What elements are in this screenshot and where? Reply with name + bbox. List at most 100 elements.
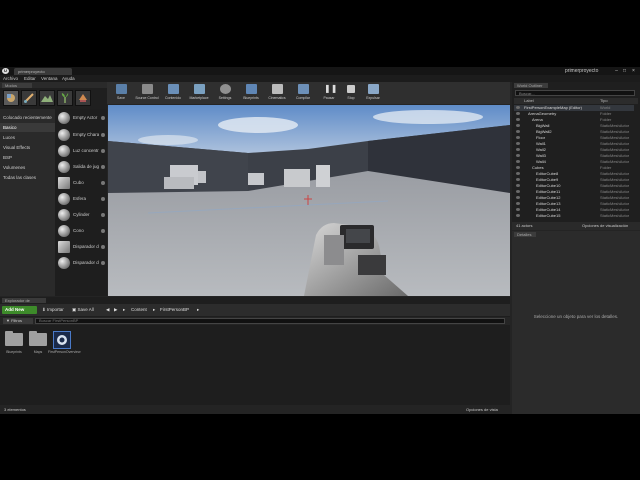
info-icon[interactable] xyxy=(101,261,105,265)
asset-folder-maps[interactable]: Maps xyxy=(27,331,49,361)
filters-button[interactable]: ▼ Filtros xyxy=(3,318,33,324)
menu-archivo[interactable]: Archivo xyxy=(3,76,18,81)
eye-icon[interactable] xyxy=(516,184,520,187)
geometry-mode-icon[interactable] xyxy=(75,90,91,106)
outliner-row[interactable]: EditorCube8 StaticMeshActor xyxy=(514,171,634,177)
viewport-scene[interactable] xyxy=(108,105,510,296)
place-mode-icon[interactable] xyxy=(3,90,19,106)
back-icon[interactable]: ◀ xyxy=(106,306,109,314)
actor-item[interactable]: Cono xyxy=(55,223,107,239)
actor-item[interactable]: Esfera xyxy=(55,191,107,207)
document-tab[interactable]: primerproyecto xyxy=(14,68,72,75)
actor-item[interactable]: Cubo xyxy=(55,175,107,191)
cinematics-button[interactable]: Cinematics xyxy=(265,83,289,103)
eye-icon[interactable] xyxy=(516,178,520,181)
outliner-view-options[interactable]: Opciones de visualización xyxy=(582,222,628,230)
outliner-row[interactable]: BigWall StaticMeshActor xyxy=(514,123,634,129)
actor-item[interactable]: Empty Character xyxy=(55,127,107,143)
pause-button[interactable]: ❚❚ Pausar xyxy=(317,83,341,103)
minimize-icon[interactable]: – xyxy=(613,68,620,74)
eye-icon[interactable] xyxy=(516,160,520,163)
info-icon[interactable] xyxy=(101,213,105,217)
info-icon[interactable] xyxy=(101,165,105,169)
details-tab[interactable]: Detalles xyxy=(514,232,536,237)
path-content[interactable]: Content xyxy=(131,306,147,314)
actor-item[interactable]: Luz concentrada xyxy=(55,143,107,159)
content-search-input[interactable]: Buscar FirstPersonBP xyxy=(35,318,505,324)
outliner-row[interactable]: EditorCube12 StaticMeshActor xyxy=(514,195,634,201)
outliner-row[interactable]: Floor StaticMeshActor xyxy=(514,135,634,141)
info-icon[interactable] xyxy=(101,149,105,153)
settings-button[interactable]: Settings xyxy=(213,83,237,103)
outliner-row[interactable]: EditorCube9 StaticMeshActor xyxy=(514,177,634,183)
outliner-row[interactable]: Arena Folder xyxy=(514,117,634,123)
category-volumes[interactable]: Volumenes xyxy=(0,163,55,172)
category-lights[interactable]: Luces xyxy=(0,133,55,142)
outliner-row[interactable]: EditorCube15 StaticMeshActor xyxy=(514,213,634,219)
outliner-row[interactable]: EditorCube13 StaticMeshActor xyxy=(514,201,634,207)
menu-editar[interactable]: Editar xyxy=(24,76,36,81)
view-options-button[interactable]: Opciones de vista xyxy=(466,405,498,414)
outliner-row[interactable]: Wall1 StaticMeshActor xyxy=(514,141,634,147)
info-icon[interactable] xyxy=(101,229,105,233)
outliner-row[interactable]: Wall3 StaticMeshActor xyxy=(514,153,634,159)
outliner-tab[interactable]: World Outliner xyxy=(514,83,548,88)
outliner-row[interactable]: EditorCube10 StaticMeshActor xyxy=(514,183,634,189)
stop-button[interactable]: Stop xyxy=(339,83,363,103)
outliner-row[interactable]: ArenaGeometry Folder xyxy=(514,111,634,117)
eye-icon[interactable] xyxy=(516,214,520,217)
content-button[interactable]: Contenido xyxy=(161,83,185,103)
eye-icon[interactable] xyxy=(516,208,520,211)
add-new-button[interactable]: Add New xyxy=(2,306,37,314)
path-firstpersonbp[interactable]: FirstPersonBP xyxy=(160,306,189,314)
build-button[interactable]: Compilar xyxy=(291,83,315,103)
save-button[interactable]: Save xyxy=(109,83,133,103)
menu-ventana[interactable]: Ventana xyxy=(41,76,58,81)
eye-icon[interactable] xyxy=(516,154,520,157)
marketplace-button[interactable]: Marketplace xyxy=(187,83,211,103)
maximize-icon[interactable]: □ xyxy=(621,68,628,74)
outliner-row[interactable]: EditorCube14 StaticMeshActor xyxy=(514,207,634,213)
outliner-row[interactable]: Cubes Folder xyxy=(514,165,634,171)
eye-icon[interactable] xyxy=(516,118,520,121)
eye-icon[interactable] xyxy=(516,190,520,193)
folder-icon[interactable]: ▸ xyxy=(123,306,125,314)
outliner-row[interactable]: Wall2 StaticMeshActor xyxy=(514,147,634,153)
import-button[interactable]: ⬇ Importar xyxy=(42,306,64,314)
info-icon[interactable] xyxy=(101,245,105,249)
eye-icon[interactable] xyxy=(516,202,520,205)
foliage-mode-icon[interactable] xyxy=(57,90,73,106)
paint-mode-icon[interactable] xyxy=(21,90,37,106)
eye-icon[interactable] xyxy=(516,196,520,199)
asset-folder-blueprints[interactable]: Blueprints xyxy=(3,331,25,361)
info-icon[interactable] xyxy=(101,116,105,120)
info-icon[interactable] xyxy=(101,181,105,185)
blueprints-button[interactable]: Blueprints xyxy=(239,83,263,103)
outliner-search-input[interactable]: Buscar... xyxy=(515,90,635,96)
info-icon[interactable] xyxy=(101,197,105,201)
eye-icon[interactable] xyxy=(516,136,520,139)
eject-button[interactable]: Expulsar xyxy=(361,83,385,103)
eye-icon[interactable] xyxy=(516,148,520,151)
actor-item[interactable]: Disparador de caja xyxy=(55,239,107,255)
source-control-button[interactable]: Source Control xyxy=(135,83,159,103)
eye-icon[interactable] xyxy=(516,112,520,115)
level-viewport[interactable] xyxy=(108,105,510,296)
eye-icon[interactable] xyxy=(516,142,520,145)
category-recent[interactable]: Colocado recientemente xyxy=(0,113,55,122)
outliner-row[interactable]: BigWall2 StaticMeshActor xyxy=(514,129,634,135)
actor-item[interactable]: Empty Actor xyxy=(55,110,107,126)
content-browser-tab[interactable]: Explorador de contenido xyxy=(2,298,46,308)
outliner-row[interactable]: EditorCube11 StaticMeshActor xyxy=(514,189,634,195)
outliner-row[interactable]: Wall4 StaticMeshActor xyxy=(514,159,634,165)
eye-icon[interactable] xyxy=(516,166,520,169)
menu-ayuda[interactable]: Ayuda xyxy=(62,76,75,81)
column-label[interactable]: Label xyxy=(524,98,534,104)
save-all-button[interactable]: ▣ Save All xyxy=(72,306,94,314)
close-icon[interactable]: × xyxy=(630,68,637,74)
info-icon[interactable] xyxy=(101,133,105,137)
actor-item[interactable]: Cylinder xyxy=(55,207,107,223)
actor-item[interactable]: Salida de jugador xyxy=(55,159,107,175)
category-bsp[interactable]: BSP xyxy=(0,153,55,162)
category-all-classes[interactable]: Todas las clases xyxy=(0,173,55,182)
